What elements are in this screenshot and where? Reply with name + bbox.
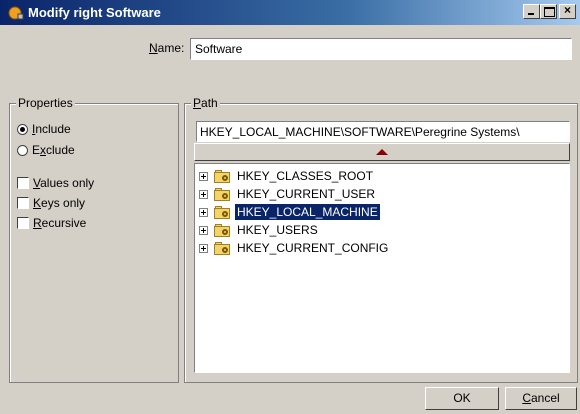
name-label: Name: [149, 41, 185, 55]
checkbox-icon [17, 217, 29, 229]
cancel-button[interactable]: Cancel [505, 387, 577, 410]
registry-key-folder-icon [214, 169, 232, 183]
dialog-window: Modify right Software × Name: Software P… [0, 0, 580, 414]
tree-item[interactable]: HKEY_CLASSES_ROOT [199, 167, 375, 185]
recursive-label: Recursive [33, 216, 87, 230]
recursive-checkbox[interactable]: Recursive [17, 216, 86, 230]
path-legend: Path [191, 96, 220, 110]
registry-key-folder-icon [214, 241, 232, 255]
minimize-icon [528, 13, 534, 15]
keys-only-checkbox[interactable]: Keys only [17, 196, 85, 210]
registry-key-folder-icon [214, 187, 232, 201]
registry-tree[interactable]: HKEY_CLASSES_ROOT HKEY_CURRENT_USER HKEY… [194, 163, 570, 373]
tree-item-label: HKEY_LOCAL_MACHINE [234, 203, 381, 221]
minimize-button[interactable] [523, 4, 540, 19]
expand-icon[interactable] [199, 243, 208, 253]
exclude-radio[interactable]: Exclude [17, 143, 75, 157]
checkbox-icon [17, 177, 29, 189]
close-icon: × [563, 3, 571, 17]
keys-only-label: Keys only [33, 196, 86, 210]
radio-icon [17, 144, 28, 156]
include-radio[interactable]: Include [17, 122, 71, 136]
up-arrow-icon [376, 149, 388, 155]
expand-icon[interactable] [199, 189, 208, 199]
values-only-checkbox[interactable]: Values only [17, 176, 94, 190]
registry-key-folder-icon [214, 223, 232, 237]
parent-level-button[interactable] [194, 143, 570, 161]
app-icon [8, 6, 24, 20]
title-bar[interactable]: Modify right Software × [0, 0, 580, 25]
expand-icon[interactable] [199, 225, 208, 235]
values-only-label: Values only [33, 176, 95, 190]
tree-item-label: HKEY_CURRENT_USER [237, 187, 376, 201]
tree-item[interactable]: HKEY_USERS [199, 221, 320, 239]
ok-button[interactable]: OK [425, 387, 499, 410]
registry-key-folder-icon [214, 205, 232, 219]
tree-item[interactable]: HKEY_CURRENT_CONFIG [199, 239, 390, 257]
name-input[interactable]: Software [190, 38, 572, 60]
radio-icon [17, 123, 28, 135]
path-input[interactable]: HKEY_LOCAL_MACHINE\SOFTWARE\Peregrine Sy… [196, 121, 570, 142]
expand-icon[interactable] [199, 171, 208, 181]
properties-legend: Properties [16, 96, 75, 110]
tree-item-label: HKEY_CLASSES_ROOT [237, 169, 374, 183]
maximize-button[interactable] [540, 4, 557, 19]
include-label: Include [32, 122, 71, 136]
window-title: Modify right Software [28, 5, 161, 20]
close-button[interactable]: × [559, 3, 576, 19]
tree-item-selected[interactable]: HKEY_LOCAL_MACHINE [199, 203, 381, 221]
checkbox-icon [17, 197, 29, 209]
expand-icon[interactable] [199, 207, 208, 217]
tree-item[interactable]: HKEY_CURRENT_USER [199, 185, 377, 203]
maximize-icon [544, 7, 555, 17]
exclude-label: Exclude [32, 143, 75, 157]
tree-item-label: HKEY_CURRENT_CONFIG [237, 241, 389, 255]
tree-item-label: HKEY_USERS [237, 223, 318, 237]
